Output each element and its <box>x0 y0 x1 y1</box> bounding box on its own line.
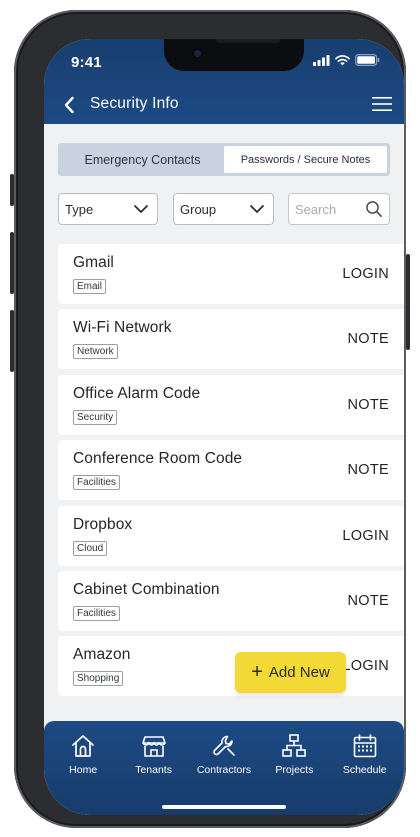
item-title: Wi-Fi Network <box>73 319 172 337</box>
item-title: Office Alarm Code <box>73 384 201 402</box>
nav-contractors-label: Contractors <box>196 764 252 776</box>
nav-projects[interactable]: Projects <box>259 733 329 776</box>
add-new-label: Add New <box>268 664 330 681</box>
nav-tenants-label: Tenants <box>135 764 172 776</box>
wifi-icon <box>335 54 350 65</box>
item-title: Amazon <box>73 646 131 664</box>
item-tag: Facilities <box>73 475 120 491</box>
screen: 9:41 Security Info Emergency Contacts Pa… <box>44 39 404 815</box>
add-new-button[interactable]: + Add New <box>235 652 346 693</box>
item-tag: Shopping <box>73 671 124 687</box>
nav-schedule[interactable]: Schedule <box>330 733 400 776</box>
list-item[interactable]: Dropbox Cloud LOGIN <box>58 505 404 566</box>
type-select-value: Type <box>65 201 94 217</box>
nav-tenants[interactable]: Tenants <box>119 733 189 776</box>
mute-switch <box>10 174 14 206</box>
list-item[interactable]: Office Alarm Code Security NOTE <box>58 374 404 435</box>
item-type: LOGIN <box>342 658 389 675</box>
back-button[interactable] <box>58 94 80 116</box>
phone-frame: 9:41 Security Info Emergency Contacts Pa… <box>14 10 406 828</box>
list-item[interactable]: Conference Room Code Facilities NOTE <box>58 440 404 501</box>
wrench-icon <box>213 735 235 756</box>
chevron-down-icon <box>250 205 264 213</box>
item-tag: Security <box>73 409 118 425</box>
item-tag: Network <box>73 344 118 360</box>
nav-contractors[interactable]: Contractors <box>189 733 259 776</box>
item-title: Dropbox <box>73 515 133 533</box>
item-type: LOGIN <box>342 266 389 282</box>
item-tag: Facilities <box>73 605 120 621</box>
list-item[interactable]: Wi-Fi Network Network NOTE <box>58 309 404 370</box>
menu-button[interactable] <box>370 93 394 115</box>
group-select-value: Group <box>180 201 217 217</box>
item-type: NOTE <box>347 396 389 413</box>
storefront-icon <box>141 736 166 757</box>
nav-projects-label: Projects <box>275 764 314 776</box>
nav-schedule-label: Schedule <box>342 764 387 776</box>
search-icon <box>366 201 382 217</box>
item-tag: Cloud <box>73 540 108 556</box>
volume-down-button <box>10 310 14 372</box>
item-title: Conference Room Code <box>73 450 243 468</box>
status-icons <box>313 54 380 66</box>
page-title: Security Info <box>90 95 179 112</box>
segmented-control: Emergency Contacts Passwords / Secure No… <box>58 143 390 176</box>
item-type: NOTE <box>347 462 389 479</box>
notch <box>164 39 304 71</box>
item-title: Gmail <box>73 254 114 271</box>
volume-up-button <box>10 232 14 294</box>
speaker <box>216 39 280 43</box>
item-type: NOTE <box>347 592 389 609</box>
list-item[interactable]: Gmail Email LOGIN <box>58 244 404 304</box>
tab-emergency-contacts[interactable]: Emergency Contacts <box>61 146 224 173</box>
main-content: Emergency Contacts Passwords / Secure No… <box>44 124 404 724</box>
item-title: Cabinet Combination <box>73 580 220 598</box>
home-indicator[interactable] <box>162 805 286 809</box>
home-icon <box>72 735 95 757</box>
secure-items-list: Gmail Email LOGIN Wi-Fi Network Network … <box>58 244 404 702</box>
status-time: 9:41 <box>71 54 102 71</box>
battery-icon <box>355 54 380 66</box>
type-select[interactable]: Type <box>58 193 158 225</box>
item-tag: Email <box>73 279 107 294</box>
camera <box>192 48 203 59</box>
bottom-nav: Home Tenants Contractors Projects Schedu… <box>44 721 404 815</box>
tab-passwords-secure-notes[interactable]: Passwords / Secure Notes <box>224 146 387 173</box>
list-item[interactable]: Cabinet Combination Facilities NOTE <box>58 570 404 631</box>
signal-icon <box>313 54 330 66</box>
nav-home[interactable]: Home <box>48 733 118 776</box>
chevron-left-icon <box>64 96 74 114</box>
search-input[interactable] <box>295 201 359 217</box>
chevron-down-icon <box>134 205 148 213</box>
calendar-icon <box>353 734 377 758</box>
group-select[interactable]: Group <box>173 193 274 225</box>
list-item[interactable]: Amazon Shopping LOGIN <box>58 636 404 697</box>
power-button <box>406 254 410 350</box>
filter-bar: Type Group <box>58 193 390 225</box>
item-type: LOGIN <box>342 527 389 544</box>
nav-home-label: Home <box>69 764 98 776</box>
search-box[interactable] <box>288 193 390 225</box>
hamburger-menu-icon <box>372 97 392 111</box>
plus-icon: + <box>251 660 263 683</box>
sitemap-icon <box>282 734 307 757</box>
item-type: NOTE <box>347 331 389 348</box>
